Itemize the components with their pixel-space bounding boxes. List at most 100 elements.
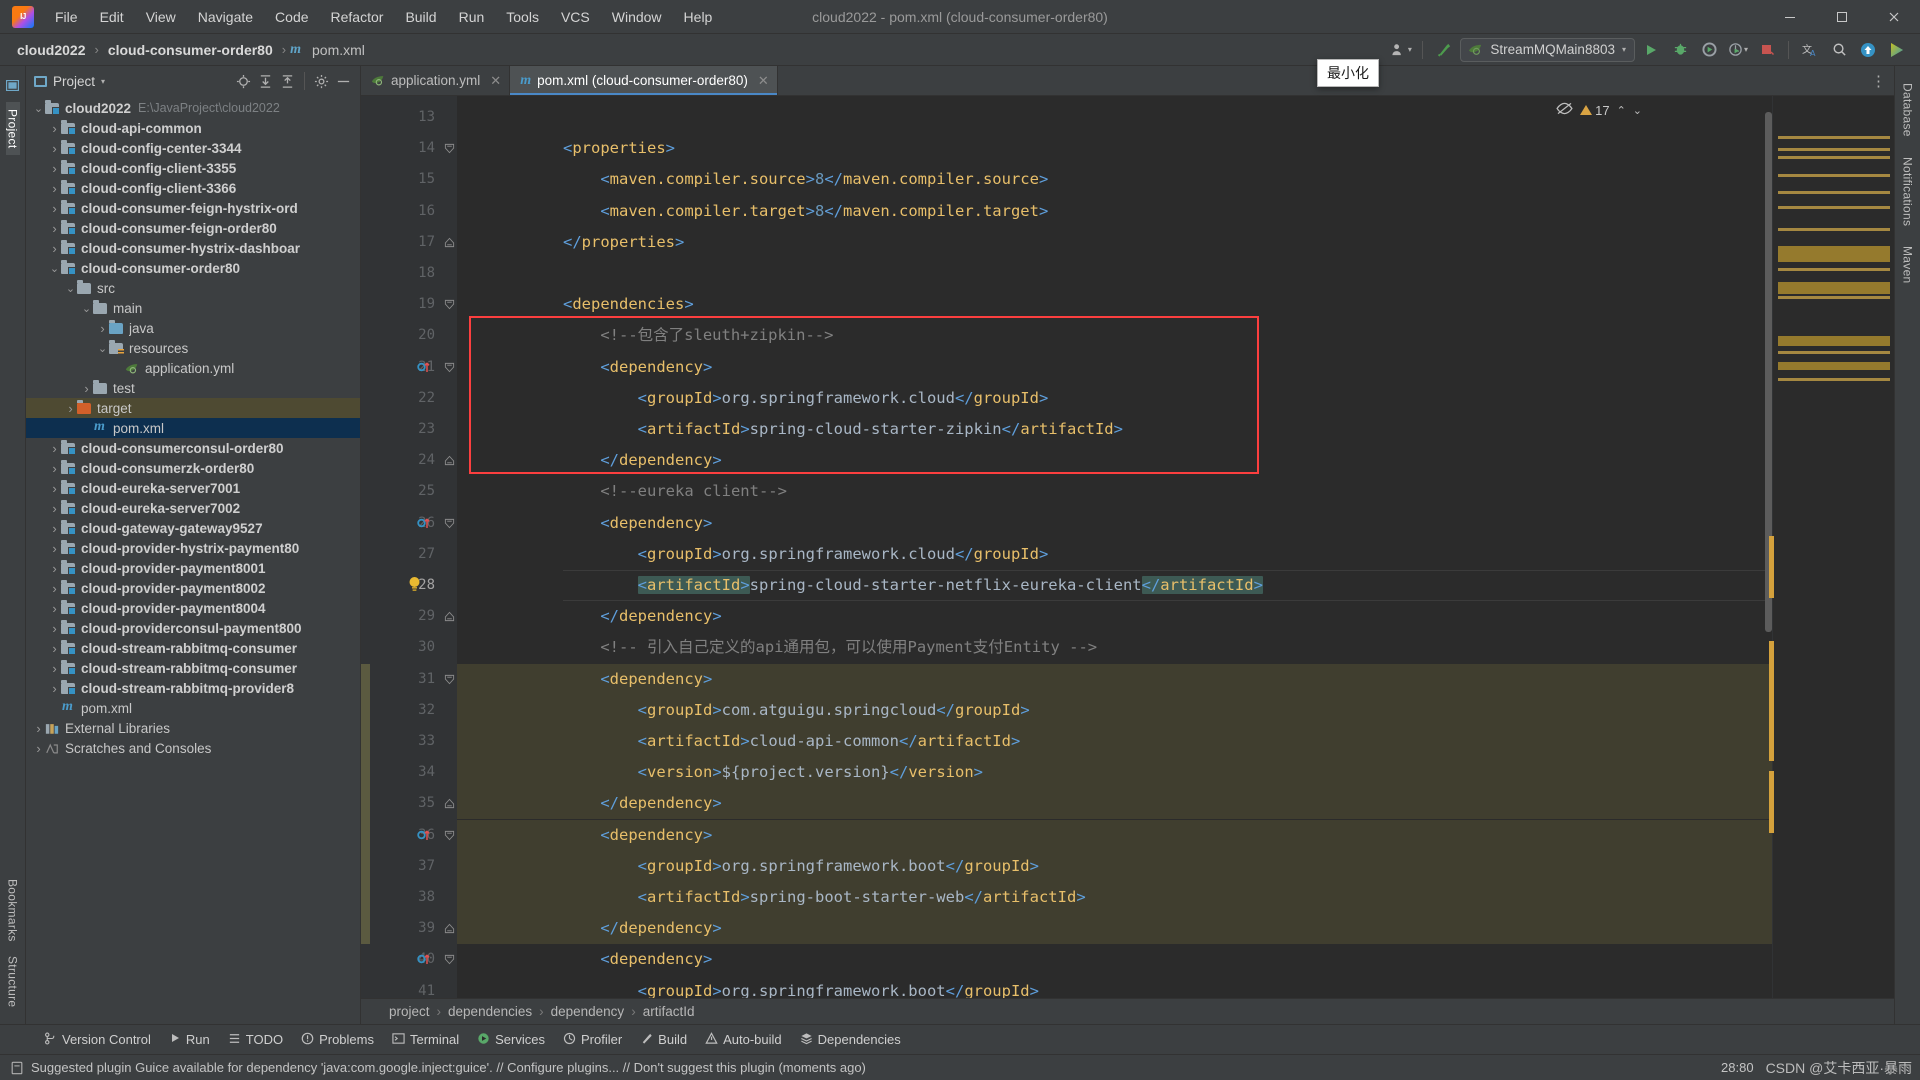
menu-view[interactable]: View (135, 4, 187, 30)
code-line-39[interactable]: </dependency> (563, 913, 721, 944)
tool-window-profiler[interactable]: Profiler (555, 1029, 630, 1051)
maven-overridden-marker-icon[interactable] (417, 952, 431, 969)
run-button[interactable] (1638, 38, 1664, 62)
tree-node-cloud2022[interactable]: ⌄ cloud2022 E:\JavaProject\cloud2022 (26, 98, 360, 118)
editor-gutter[interactable]: 13 14 15 16 17 18 19 20 21 22 23 24 25 26 27 28 29 30 31 32… (361, 96, 457, 998)
tree-node-cloud-eureka-server7002[interactable]: › cloud-eureka-server7002 (26, 498, 360, 518)
tool-window-problems[interactable]: Problems (293, 1029, 382, 1051)
menu-bar[interactable]: File Edit View Navigate Code Refactor Bu… (44, 4, 723, 30)
tool-window-terminal[interactable]: Terminal (384, 1029, 467, 1051)
code-line-28[interactable]: <artifactId>spring-cloud-starter-netflix… (563, 570, 1263, 601)
code-line-22[interactable]: <groupId>org.springframework.cloud</grou… (563, 383, 1049, 414)
tree-expand-arrow-icon[interactable]: ⌄ (48, 262, 61, 275)
vcs-change-marker[interactable] (361, 819, 370, 945)
tree-expand-arrow-icon[interactable]: › (32, 741, 45, 756)
tree-expand-arrow-icon[interactable]: › (48, 141, 61, 156)
menu-file[interactable]: File (44, 4, 89, 30)
tree-node-cloud-eureka-server7001[interactable]: › cloud-eureka-server7001 (26, 478, 360, 498)
code-line-19[interactable]: <dependencies> (563, 289, 694, 320)
tree-expand-arrow-icon[interactable]: › (48, 481, 61, 496)
editor-options-icon[interactable]: ⋮ (1863, 66, 1894, 95)
code-line-18[interactable] (563, 258, 572, 289)
tree-node-cloud-provider-payment8002[interactable]: › cloud-provider-payment8002 (26, 578, 360, 598)
tree-expand-arrow-icon[interactable]: ⌄ (64, 282, 77, 295)
editor-crumb-dependency[interactable]: dependency (551, 1004, 625, 1019)
tree-node-pom-xml[interactable]: m pom.xml (26, 418, 360, 438)
code-line-13[interactable] (563, 102, 572, 133)
tree-node-application-yml[interactable]: application.yml (26, 358, 360, 378)
tree-expand-arrow-icon[interactable]: › (48, 441, 61, 456)
tree-node-cloud-consumer-feign-order80[interactable]: › cloud-consumer-feign-order80 (26, 218, 360, 238)
fold-collapse-icon[interactable] (444, 953, 455, 965)
tree-expand-arrow-icon[interactable]: › (48, 201, 61, 216)
tree-node-cloud-stream-rabbitmq-consumer[interactable]: › cloud-stream-rabbitmq-consumer (26, 638, 360, 658)
fold-expand-icon[interactable] (444, 922, 455, 934)
profiler-button[interactable]: ▾ (1725, 38, 1751, 62)
run-toolbar[interactable]: ▾ StreamMQMain8803 ▾ ▾ 文 A (1388, 37, 1920, 62)
maven-overridden-marker-icon[interactable] (417, 828, 431, 845)
breadcrumb-file[interactable]: pom.xml (307, 40, 370, 60)
tree-node-cloud-gateway-gateway9527[interactable]: › cloud-gateway-gateway9527 (26, 518, 360, 538)
rail-item-notifications[interactable]: Notifications (1901, 150, 1915, 233)
code-line-21[interactable]: <dependency> (563, 352, 712, 383)
project-panel-tools[interactable] (233, 71, 354, 92)
code-line-32[interactable]: <groupId>com.atguigu.springcloud</groupI… (563, 695, 1030, 726)
stop-button[interactable] (1754, 38, 1780, 62)
tree-expand-arrow-icon[interactable]: › (48, 161, 61, 176)
tool-window-todo[interactable]: TODO (220, 1029, 291, 1051)
tool-window-build[interactable]: Build (632, 1029, 695, 1051)
tool-window-bar[interactable]: Version Control Run TODO Problems Terminal Se… (0, 1024, 1920, 1054)
status-message[interactable]: Suggested plugin Guice available for dep… (10, 1060, 866, 1075)
breadcrumb[interactable]: cloud2022 › cloud-consumer-order80 › m p… (12, 40, 370, 60)
tree-expand-arrow-icon[interactable]: › (48, 121, 61, 136)
hide-highlighting-icon[interactable] (1556, 102, 1573, 118)
tree-expand-arrow-icon[interactable]: › (64, 401, 77, 416)
tree-expand-arrow-icon[interactable]: › (48, 601, 61, 616)
tree-expand-arrow-icon[interactable]: › (48, 621, 61, 636)
code-line-34[interactable]: <version>${project.version}</version> (563, 757, 983, 788)
tree-node-cloud-provider-payment8001[interactable]: › cloud-provider-payment8001 (26, 558, 360, 578)
tree-node-cloud-providerconsul-payment800[interactable]: › cloud-providerconsul-payment800 (26, 618, 360, 638)
code-viewport[interactable]: <properties> <maven.compiler.source>8</m… (457, 96, 1772, 998)
fold-expand-icon[interactable] (444, 236, 455, 247)
tree-node-external-libraries[interactable]: › External Libraries (26, 718, 360, 738)
build-hammer-icon[interactable] (1431, 38, 1457, 62)
fold-collapse-icon[interactable] (444, 361, 455, 372)
tree-expand-arrow-icon[interactable]: ⌄ (32, 102, 45, 115)
tree-node-src[interactable]: ⌄ src (26, 278, 360, 298)
code-line-29[interactable]: </dependency> (563, 601, 721, 632)
tree-expand-arrow-icon[interactable]: › (48, 181, 61, 196)
code-line-30[interactable]: <!-- 引入自己定义的api通用包，可以使用Payment支付Entity -… (563, 632, 1097, 663)
tree-node-cloud-config-center-3344[interactable]: › cloud-config-center-3344 (26, 138, 360, 158)
tree-expand-arrow-icon[interactable]: › (48, 221, 61, 236)
tree-expand-arrow-icon[interactable]: › (48, 641, 61, 656)
fold-expand-icon[interactable] (444, 454, 455, 466)
tree-node-scratches-and-consoles[interactable]: › Scratches and Consoles (26, 738, 360, 758)
expand-all-icon[interactable] (255, 71, 276, 92)
code-line-23[interactable]: <artifactId>spring-cloud-starter-zipkin<… (563, 414, 1123, 445)
tree-node-cloud-config-client-3366[interactable]: › cloud-config-client-3366 (26, 178, 360, 198)
window-controls[interactable] (1764, 0, 1920, 33)
tree-node-cloud-consumer-order80[interactable]: ⌄ cloud-consumer-order80 (26, 258, 360, 278)
fold-collapse-icon[interactable] (444, 142, 455, 154)
chevron-down-icon[interactable]: ▾ (1622, 45, 1626, 54)
tool-window-version-control[interactable]: Version Control (36, 1029, 159, 1051)
code-line-36[interactable]: <dependency> (563, 820, 712, 851)
tree-expand-arrow-icon[interactable]: › (80, 381, 93, 396)
fold-collapse-icon[interactable] (444, 517, 455, 528)
menu-refactor[interactable]: Refactor (320, 4, 395, 30)
menu-run[interactable]: Run (448, 4, 496, 30)
editor-crumb-project[interactable]: project (389, 1004, 430, 1019)
rail-item-bookmarks[interactable]: Bookmarks (6, 872, 20, 949)
translate-icon[interactable]: 文A (1797, 38, 1823, 62)
collapse-all-icon[interactable] (277, 71, 298, 92)
fold-expand-icon[interactable] (444, 610, 455, 622)
tree-node-main[interactable]: ⌄ main (26, 298, 360, 318)
tree-expand-arrow-icon[interactable]: › (48, 541, 61, 556)
code-line-35[interactable]: </dependency> (563, 788, 721, 819)
tree-node-cloud-consumerzk-order80[interactable]: › cloud-consumerzk-order80 (26, 458, 360, 478)
menu-tools[interactable]: Tools (495, 4, 550, 30)
editor-minimap[interactable] (1765, 96, 1894, 998)
project-tree[interactable]: ⌄ cloud2022 E:\JavaProject\cloud2022 › cloud… (26, 96, 360, 1024)
code-line-20[interactable]: <!--包含了sleuth+zipkin--> (563, 320, 833, 351)
